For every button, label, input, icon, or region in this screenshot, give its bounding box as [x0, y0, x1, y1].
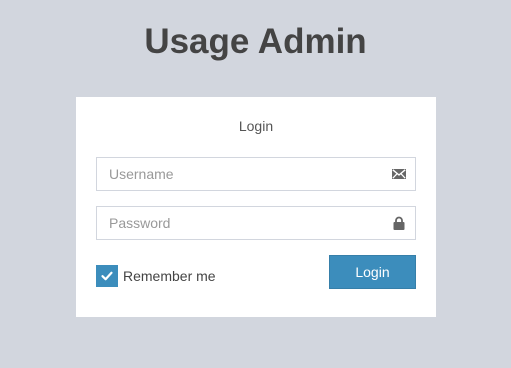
login-button[interactable]: Login	[329, 255, 416, 289]
password-input[interactable]	[97, 207, 389, 239]
remember-me-checkbox[interactable]	[96, 265, 118, 287]
envelope-icon	[392, 167, 406, 181]
checkmark-icon	[101, 271, 113, 281]
remember-me[interactable]: Remember me	[96, 265, 216, 287]
password-field[interactable]	[96, 206, 416, 240]
remember-me-label[interactable]: Remember me	[123, 268, 216, 284]
page-title: Usage Admin	[144, 22, 367, 61]
lock-icon	[392, 216, 406, 230]
login-box-title: Login	[238, 118, 274, 134]
username-field[interactable]	[96, 157, 416, 191]
login-box: Login Remember me Login	[76, 97, 436, 317]
username-input[interactable]	[97, 158, 389, 190]
